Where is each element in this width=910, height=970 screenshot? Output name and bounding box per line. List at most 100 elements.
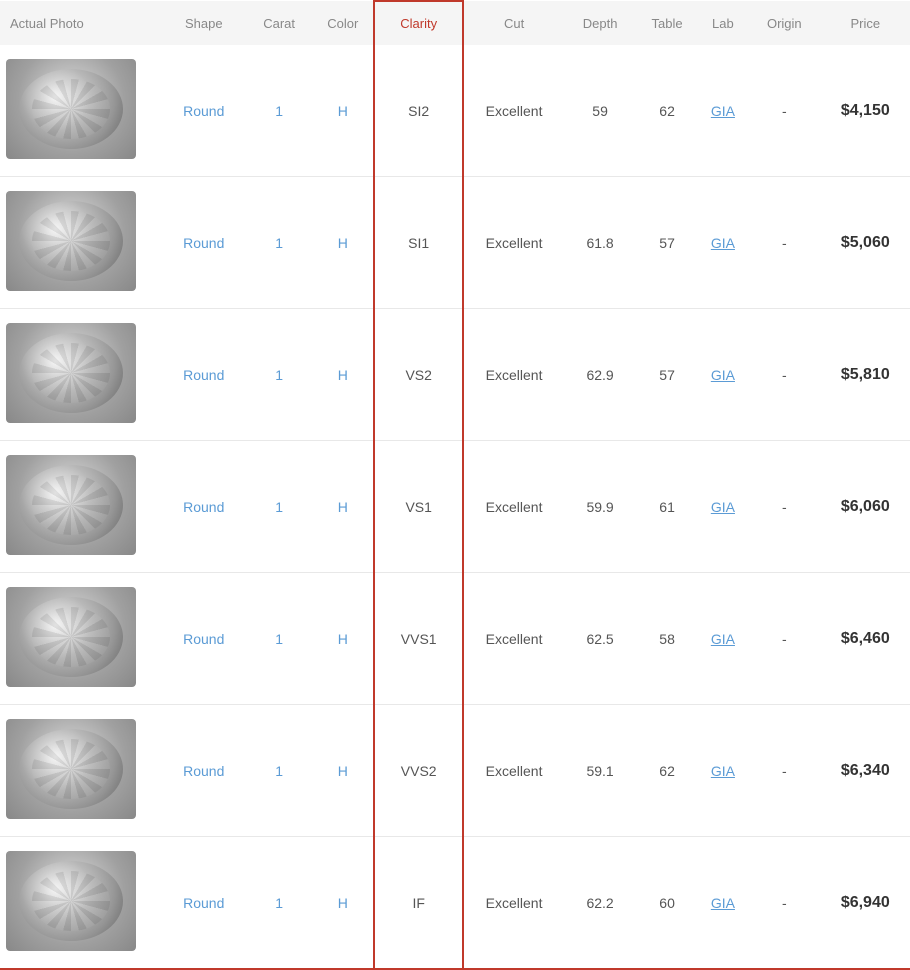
price-cell: $6,060 <box>821 441 910 573</box>
origin-cell: - <box>748 45 821 177</box>
photo-cell[interactable] <box>0 177 162 309</box>
clarity-cell: VS2 <box>374 309 463 441</box>
col-header-clarity: Clarity <box>374 1 463 45</box>
lab-cell[interactable]: GIA <box>698 441 748 573</box>
carat-cell: 1 <box>246 177 313 309</box>
price-cell: $5,060 <box>821 177 910 309</box>
carat-cell: 1 <box>246 837 313 970</box>
table-val-cell: 57 <box>636 309 697 441</box>
cut-cell: Excellent <box>463 837 563 970</box>
lab-cell[interactable]: GIA <box>698 177 748 309</box>
cut-cell: Excellent <box>463 705 563 837</box>
origin-cell: - <box>748 837 821 970</box>
color-cell: H <box>313 309 374 441</box>
color-cell: H <box>313 837 374 970</box>
carat-cell: 1 <box>246 309 313 441</box>
clarity-cell: VS1 <box>374 441 463 573</box>
table-row: Round 1 H SI1 Excellent 61.8 57 GIA - $5… <box>0 177 910 309</box>
photo-cell[interactable] <box>0 309 162 441</box>
table-header-row: Actual Photo Shape Carat Color Clarity C… <box>0 1 910 45</box>
clarity-cell: SI2 <box>374 45 463 177</box>
depth-cell: 59.1 <box>564 705 637 837</box>
table-row: Round 1 H VVS2 Excellent 59.1 62 GIA - $… <box>0 705 910 837</box>
depth-cell: 59 <box>564 45 637 177</box>
table-row: Round 1 H VS2 Excellent 62.9 57 GIA - $5… <box>0 309 910 441</box>
col-header-carat: Carat <box>246 1 313 45</box>
diamond-photo <box>6 191 136 291</box>
origin-cell: - <box>748 177 821 309</box>
cut-cell: Excellent <box>463 441 563 573</box>
col-header-photo: Actual Photo <box>0 1 162 45</box>
lab-cell[interactable]: GIA <box>698 573 748 705</box>
photo-cell[interactable] <box>0 837 162 970</box>
lab-cell[interactable]: GIA <box>698 837 748 970</box>
clarity-cell: VVS1 <box>374 573 463 705</box>
diamond-photo <box>6 455 136 555</box>
depth-cell: 62.9 <box>564 309 637 441</box>
clarity-cell: VVS2 <box>374 705 463 837</box>
price-cell: $4,150 <box>821 45 910 177</box>
origin-cell: - <box>748 705 821 837</box>
lab-cell[interactable]: GIA <box>698 309 748 441</box>
table-val-cell: 62 <box>636 45 697 177</box>
carat-cell: 1 <box>246 705 313 837</box>
col-header-lab: Lab <box>698 1 748 45</box>
color-cell: H <box>313 45 374 177</box>
photo-cell[interactable] <box>0 573 162 705</box>
cut-cell: Excellent <box>463 309 563 441</box>
table-row: Round 1 H IF Excellent 62.2 60 GIA - $6,… <box>0 837 910 970</box>
color-cell: H <box>313 177 374 309</box>
lab-cell[interactable]: GIA <box>698 705 748 837</box>
clarity-cell: SI1 <box>374 177 463 309</box>
table-row: Round 1 H VVS1 Excellent 62.5 58 GIA - $… <box>0 573 910 705</box>
price-cell: $5,810 <box>821 309 910 441</box>
diamond-photo <box>6 719 136 819</box>
diamond-photo <box>6 59 136 159</box>
lab-cell[interactable]: GIA <box>698 45 748 177</box>
col-header-price: Price <box>821 1 910 45</box>
table-row: Round 1 H VS1 Excellent 59.9 61 GIA - $6… <box>0 441 910 573</box>
shape-cell: Round <box>162 309 246 441</box>
carat-cell: 1 <box>246 441 313 573</box>
diamond-photo <box>6 587 136 687</box>
color-cell: H <box>313 705 374 837</box>
col-header-color: Color <box>313 1 374 45</box>
table-val-cell: 62 <box>636 705 697 837</box>
cut-cell: Excellent <box>463 177 563 309</box>
shape-cell: Round <box>162 573 246 705</box>
table-val-cell: 57 <box>636 177 697 309</box>
clarity-cell: IF <box>374 837 463 970</box>
price-cell: $6,940 <box>821 837 910 970</box>
photo-cell[interactable] <box>0 705 162 837</box>
col-header-shape: Shape <box>162 1 246 45</box>
diamond-photo <box>6 323 136 423</box>
depth-cell: 61.8 <box>564 177 637 309</box>
price-cell: $6,460 <box>821 573 910 705</box>
depth-cell: 62.2 <box>564 837 637 970</box>
shape-cell: Round <box>162 177 246 309</box>
depth-cell: 59.9 <box>564 441 637 573</box>
color-cell: H <box>313 441 374 573</box>
depth-cell: 62.5 <box>564 573 637 705</box>
photo-cell[interactable] <box>0 45 162 177</box>
origin-cell: - <box>748 309 821 441</box>
shape-cell: Round <box>162 441 246 573</box>
carat-cell: 1 <box>246 573 313 705</box>
col-header-table: Table <box>636 1 697 45</box>
shape-cell: Round <box>162 837 246 970</box>
price-cell: $6,340 <box>821 705 910 837</box>
origin-cell: - <box>748 573 821 705</box>
color-cell: H <box>313 573 374 705</box>
shape-cell: Round <box>162 45 246 177</box>
shape-cell: Round <box>162 705 246 837</box>
photo-cell[interactable] <box>0 441 162 573</box>
diamond-photo <box>6 851 136 951</box>
col-header-cut: Cut <box>463 1 563 45</box>
col-header-depth: Depth <box>564 1 637 45</box>
table-val-cell: 61 <box>636 441 697 573</box>
table-val-cell: 58 <box>636 573 697 705</box>
diamonds-table: Actual Photo Shape Carat Color Clarity C… <box>0 0 910 970</box>
carat-cell: 1 <box>246 45 313 177</box>
cut-cell: Excellent <box>463 45 563 177</box>
table-row: Round 1 H SI2 Excellent 59 62 GIA - $4,1… <box>0 45 910 177</box>
